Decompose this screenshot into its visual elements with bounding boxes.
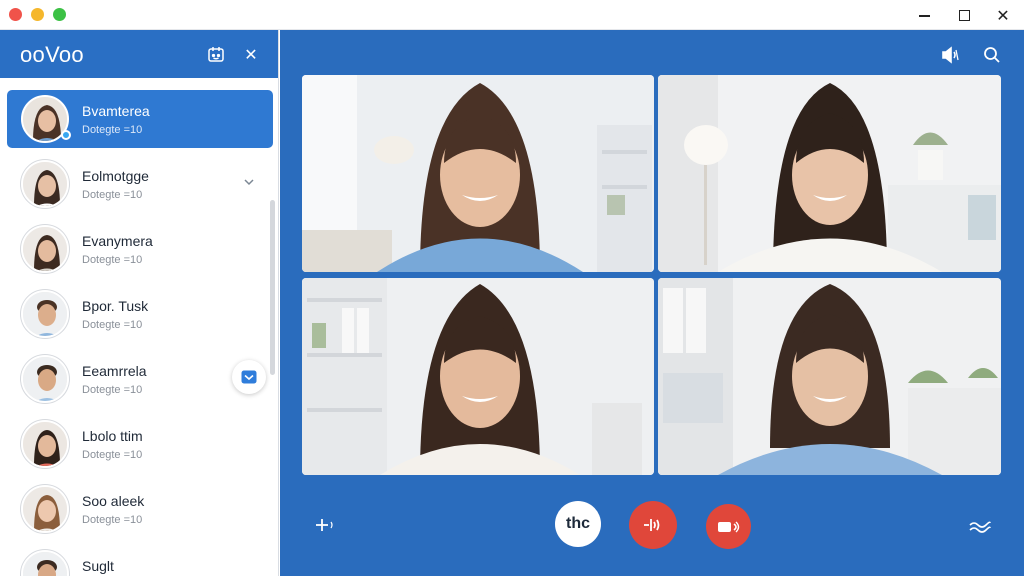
avatar [21,225,69,273]
audio-button[interactable] [938,42,964,68]
video-tile[interactable] [302,75,654,272]
avatar [21,355,69,403]
calendar-button[interactable] [203,41,229,67]
minimize-button[interactable] [912,3,936,27]
add-participant-button[interactable] [310,510,340,540]
contact-item[interactable]: Bpor. Tusk Dotegte =10 [7,285,273,343]
contact-status: Dotegte =10 [82,449,143,461]
contact-name: Eolmotgge [82,168,149,184]
close-icon: ✕ [996,5,1010,25]
maximize-icon [958,9,970,21]
contact-item[interactable]: Suglt [7,545,273,576]
video-call-area: thc [280,30,1024,576]
contact-status: Dotegte =10 [82,319,143,331]
contact-name: Suglt [82,558,114,574]
avatar [21,420,69,468]
contact-status: Dotegte =10 [82,514,143,526]
participant-video [658,75,1001,272]
contact-item[interactable]: Soo aleek Dotegte =10 [7,480,273,538]
close-sidebar-button[interactable]: ✕ [238,41,264,67]
contact-name: Lbolo ttim [82,428,143,444]
contact-name: Soo aleek [82,493,145,509]
sidebar-scrollbar[interactable] [270,200,275,375]
mute-button[interactable] [629,501,677,549]
close-window-dot[interactable] [9,8,22,21]
minimize-window-dot[interactable] [31,8,44,21]
contact-item[interactable]: Evanymera Dotegte =10 [7,220,273,278]
expand-chevron[interactable] [243,175,255,193]
minimize-icon [918,15,930,17]
video-tile[interactable] [658,278,1001,475]
chat-button[interactable]: thc [555,501,601,547]
contacts-sidebar: ooVoo ✕ Bvamterea Dotegte =10 Eolmotgge … [0,30,279,576]
window-titlebar: ✕ [0,0,1024,30]
participant-video [302,75,654,272]
contact-name: Evanymera [82,233,153,249]
search-button[interactable] [979,42,1005,68]
more-icon [969,521,991,533]
zoom-window-dot[interactable] [53,8,66,21]
app-logo: ooVoo [20,42,84,67]
close-window-button[interactable]: ✕ [991,3,1015,27]
contact-item[interactable]: Lbolo ttim Dotegte =10 [7,415,273,473]
sidebar-header: ooVoo ✕ [0,30,278,78]
avatar [21,290,69,338]
participant-video [658,278,1001,475]
contact-status: Dotegte =10 [82,384,143,396]
participant-video [302,278,654,475]
maximize-button[interactable] [952,3,976,27]
message-button[interactable] [232,360,266,394]
video-tile[interactable] [658,75,1001,272]
search-icon [984,47,1000,63]
contact-status: Dotegte =10 [82,189,143,201]
contact-status: Dotegte =10 [82,254,143,266]
chat-button-label: thc [566,515,590,532]
contact-status: Dotegte =10 [82,124,143,136]
video-tile[interactable] [302,278,654,475]
contact-name: Bpor. Tusk [82,298,149,314]
end-call-button[interactable] [706,504,751,549]
more-options-button[interactable] [965,511,995,541]
contact-name: Bvamterea [82,103,150,119]
contact-item[interactable]: Eolmotgge Dotegte =10 [7,155,273,213]
chevron-down-icon [244,179,254,186]
avatar [21,485,69,533]
audio-icon [942,46,959,64]
close-icon: ✕ [244,44,258,64]
online-indicator [61,130,71,140]
calendar-icon [208,47,224,62]
end-call-icon [717,521,739,532]
avatar [21,550,69,576]
add-icon [316,519,333,531]
contact-item[interactable]: Bvamterea Dotegte =10 [7,90,273,148]
mic-icon [644,519,660,531]
message-icon [241,370,257,384]
avatar [21,160,69,208]
contact-name: Eeamrrela [82,363,147,379]
